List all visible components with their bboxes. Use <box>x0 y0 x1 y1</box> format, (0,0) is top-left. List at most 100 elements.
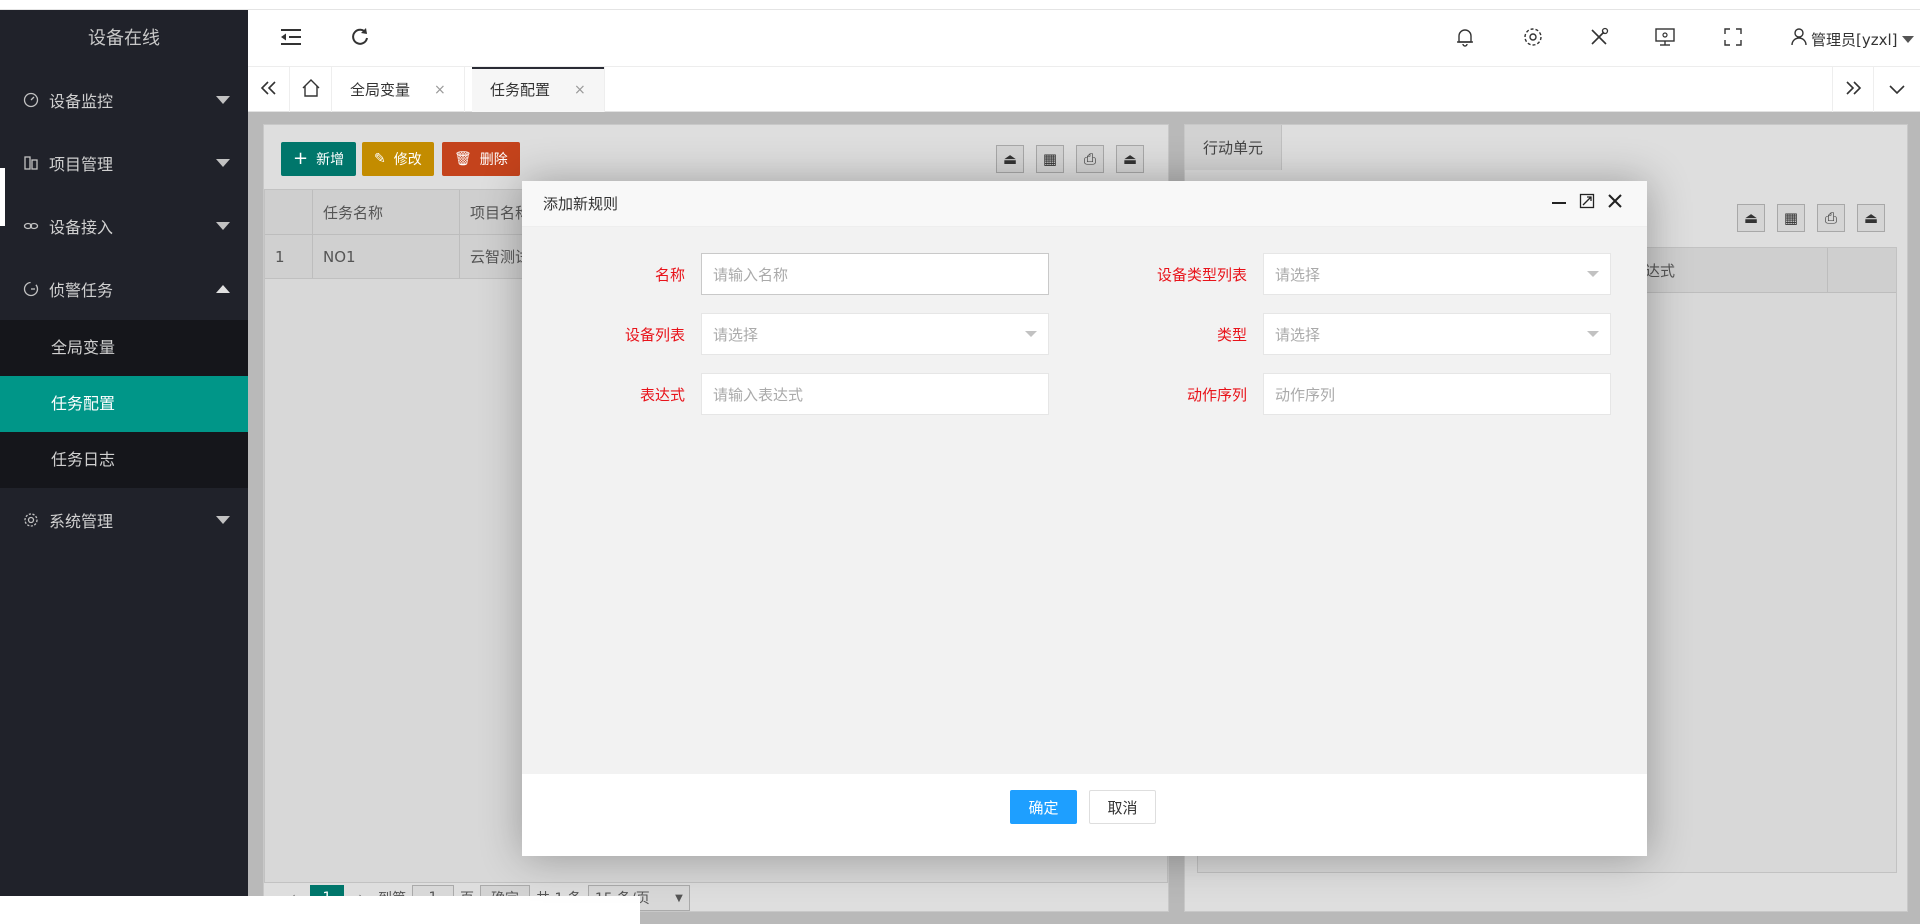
confirm-button[interactable]: 确定 <box>1010 790 1077 824</box>
field-label: 动作序列 <box>1186 385 1247 404</box>
tab-global-variables[interactable]: 全局变量 × <box>332 67 465 112</box>
settings-button[interactable] <box>1520 26 1546 52</box>
field-label: 类型 <box>1216 325 1247 344</box>
print-button[interactable]: ⎙ <box>1817 204 1845 232</box>
pencil-icon: ✎ <box>374 151 386 167</box>
print-icon: ⎙ <box>1824 209 1837 227</box>
fullscreen-button[interactable] <box>1720 26 1746 52</box>
import-button[interactable]: ⏏ <box>1116 145 1144 173</box>
tabs-scroll-right-button[interactable] <box>1832 67 1874 112</box>
export-icon: ⏏ <box>1002 150 1018 168</box>
caret-down-icon <box>1587 271 1599 277</box>
field-expression: 表达式 请输入表达式 <box>561 373 1049 415</box>
caret-down-icon <box>1587 331 1599 337</box>
sidebar-item-system-management[interactable]: 系统管理 <box>0 488 248 551</box>
refresh-icon <box>350 27 370 51</box>
trash-icon: 🗑 <box>454 151 472 167</box>
print-button[interactable]: ⎙ <box>1076 145 1104 173</box>
field-name: 名称 请输入名称 <box>561 253 1049 295</box>
fullscreen-icon <box>1724 28 1742 50</box>
column-header <box>1828 248 1896 292</box>
overlay-white-block <box>0 896 640 924</box>
task-icon <box>22 280 40 298</box>
field-action-sequence: 动作序列 动作序列 <box>1123 373 1611 415</box>
user-icon <box>1791 28 1807 50</box>
add-button[interactable]: + 新增 <box>281 142 357 176</box>
sidebar-item-device-monitor[interactable]: 设备监控 <box>0 68 248 131</box>
tab-label: 全局变量 <box>350 81 411 99</box>
cancel-button[interactable]: 取消 <box>1089 790 1156 824</box>
edit-button[interactable]: ✎ 修改 <box>362 142 434 176</box>
tools-button[interactable] <box>1586 26 1612 52</box>
minimize-icon <box>1552 202 1566 204</box>
type-select[interactable]: 请选择 <box>1263 313 1611 355</box>
device-type-list-select[interactable]: 请选择 <box>1263 253 1611 295</box>
tabs-scroll-left-button[interactable] <box>248 67 290 112</box>
top-header: 管理员[yzxl] <box>248 10 1920 67</box>
field-device-list: 设备列表 请选择 <box>561 313 1049 355</box>
caret-down-icon <box>216 515 230 524</box>
link-icon <box>22 217 40 235</box>
menu-collapse-button[interactable] <box>278 26 304 52</box>
table-cell: NO1 <box>313 235 460 278</box>
caret-down-icon <box>1901 35 1914 43</box>
home-tab[interactable] <box>290 67 332 112</box>
close-icon[interactable]: × <box>574 82 586 98</box>
tab-task-config[interactable]: 任务配置 × <box>472 67 605 112</box>
chevron-down-icon <box>1889 81 1905 99</box>
sidebar-subitem-global-variables[interactable]: 全局变量 <box>0 320 248 376</box>
sidebar-item-label: 项目管理 <box>49 154 114 174</box>
name-input[interactable]: 请输入名称 <box>701 253 1049 295</box>
gear-icon <box>1522 26 1544 52</box>
expression-input[interactable]: 请输入表达式 <box>701 373 1049 415</box>
add-rule-dialog: 添加新规则 名称 请输入名称 设备类型列表 请选择 设备列表 请选择 类型 请选… <box>522 181 1647 856</box>
user-name: 管理员[yzxl] <box>1811 30 1898 49</box>
column-header[interactable]: 表达式 <box>1628 248 1828 292</box>
columns-button[interactable]: ▦ <box>1777 204 1805 232</box>
export-button[interactable]: ⏏ <box>1737 204 1765 232</box>
user-menu[interactable]: 管理员[yzxl] <box>1791 28 1914 50</box>
tab-action-unit[interactable]: 行动单元 <box>1185 125 1283 170</box>
sidebar-subitem-task-config[interactable]: 任务配置 <box>0 376 248 432</box>
dashboard-icon <box>22 91 40 109</box>
project-icon <box>22 154 40 172</box>
maximize-button[interactable] <box>1579 193 1595 213</box>
caret-down-icon <box>216 221 230 230</box>
notifications-button[interactable] <box>1452 26 1478 52</box>
tabs-menu-button[interactable] <box>1876 67 1918 112</box>
column-header <box>265 190 313 234</box>
bell-icon <box>1455 27 1475 51</box>
minimize-button[interactable] <box>1551 193 1567 213</box>
import-button[interactable]: ⏏ <box>1857 204 1885 232</box>
caret-down-icon <box>216 95 230 104</box>
dialog-header: 添加新规则 <box>522 181 1647 227</box>
column-header[interactable]: 任务名称 <box>313 190 460 234</box>
device-list-select[interactable]: 请选择 <box>701 313 1049 355</box>
columns-button[interactable]: ▦ <box>1036 145 1064 173</box>
caret-down-icon <box>216 158 230 167</box>
action-sequence-input[interactable]: 动作序列 <box>1263 373 1611 415</box>
import-icon: ⏏ <box>1863 209 1879 227</box>
columns-icon: ▦ <box>1783 209 1799 227</box>
delete-button[interactable]: 🗑 删除 <box>442 142 520 176</box>
caret-down-icon <box>1025 331 1037 337</box>
sidebar-item-alert-task[interactable]: 侦警任务 <box>0 257 248 320</box>
dialog-footer: 确定 取消 <box>522 774 1647 856</box>
close-icon[interactable]: × <box>434 82 446 98</box>
refresh-button[interactable] <box>347 26 373 52</box>
plus-icon: + <box>293 148 309 169</box>
sidebar-item-label: 系统管理 <box>49 511 114 531</box>
close-button[interactable] <box>1607 193 1623 213</box>
app-title: 设备在线 <box>88 28 160 49</box>
outdent-icon <box>280 28 302 50</box>
sidebar-subitem-task-log[interactable]: 任务日志 <box>0 432 248 488</box>
sidebar-item-project-management[interactable]: 项目管理 <box>0 131 248 194</box>
dialog-body: 名称 请输入名称 设备类型列表 请选择 设备列表 请选择 类型 请选择 表达式 … <box>522 227 1647 774</box>
screen-button[interactable] <box>1652 26 1678 52</box>
field-label: 设备列表 <box>624 325 685 344</box>
tools-icon <box>1589 27 1609 51</box>
export-icon: ⏏ <box>1743 209 1759 227</box>
caret-up-icon <box>216 284 230 293</box>
sidebar-item-device-access[interactable]: 设备接入 <box>0 194 248 257</box>
export-button[interactable]: ⏏ <box>996 145 1024 173</box>
